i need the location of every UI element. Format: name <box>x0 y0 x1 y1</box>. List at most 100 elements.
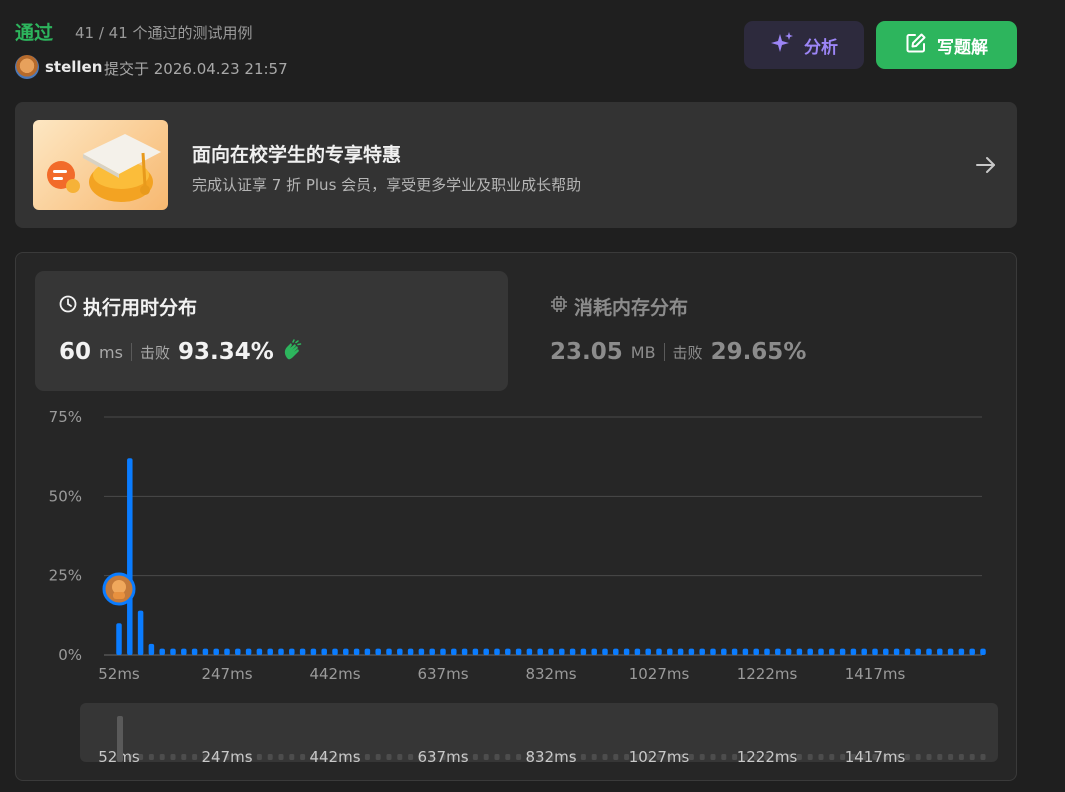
histogram-bar[interactable] <box>677 648 684 655</box>
histogram-bar[interactable] <box>515 648 522 655</box>
histogram-bar[interactable] <box>569 648 576 655</box>
histogram-bar[interactable] <box>483 648 489 655</box>
histogram-bar[interactable] <box>731 648 738 655</box>
overview-bar <box>181 754 187 760</box>
overview-x-tick-label: 1027ms <box>629 748 690 766</box>
histogram-bar[interactable] <box>127 458 133 655</box>
histogram-bar[interactable] <box>559 648 565 655</box>
histogram-bar[interactable] <box>505 648 511 655</box>
histogram-bar[interactable] <box>537 648 543 655</box>
histogram-bar[interactable] <box>969 648 975 655</box>
histogram-bar[interactable] <box>710 648 716 655</box>
histogram-bar[interactable] <box>937 648 943 655</box>
histogram-bar[interactable] <box>289 648 295 655</box>
histogram-bar[interactable] <box>148 643 155 655</box>
histogram-bar[interactable] <box>893 648 900 655</box>
histogram-bar[interactable] <box>343 648 349 655</box>
histogram-bar[interactable] <box>602 648 608 655</box>
histogram-bar[interactable] <box>688 648 695 655</box>
histogram-bar[interactable] <box>623 648 630 655</box>
histogram-bar[interactable] <box>656 648 662 655</box>
histogram-bar[interactable] <box>256 648 263 655</box>
histogram-bar[interactable] <box>213 648 219 655</box>
histogram-bar[interactable] <box>818 648 824 655</box>
histogram-bar[interactable] <box>883 648 889 655</box>
histogram-bar[interactable] <box>872 648 878 655</box>
histogram-bar[interactable] <box>245 648 252 655</box>
histogram-bar[interactable] <box>181 648 187 655</box>
histogram-bar[interactable] <box>926 648 932 655</box>
histogram-bar[interactable] <box>267 648 273 655</box>
histogram-bar[interactable] <box>775 648 781 655</box>
overview-bar <box>699 754 705 760</box>
overview-bar <box>364 754 370 760</box>
histogram-bar[interactable] <box>429 648 435 655</box>
y-tick-label: 0% <box>58 646 82 664</box>
overview-bar <box>397 754 403 760</box>
histogram-bar[interactable] <box>645 648 651 655</box>
histogram-bar[interactable] <box>461 648 468 655</box>
histogram-bar[interactable] <box>634 648 641 655</box>
histogram-bar[interactable] <box>699 648 705 655</box>
histogram-bar[interactable] <box>915 648 921 655</box>
histogram-bar[interactable] <box>591 648 597 655</box>
histogram-bar[interactable] <box>418 648 425 655</box>
histogram-bar[interactable] <box>796 648 803 655</box>
histogram-bar[interactable] <box>980 648 986 655</box>
histogram-bar[interactable] <box>785 648 792 655</box>
histogram-bar[interactable] <box>310 648 317 655</box>
overview-bar <box>926 754 932 760</box>
overview-bar <box>602 754 608 760</box>
histogram-bar[interactable] <box>829 648 835 655</box>
histogram-bar[interactable] <box>947 648 954 655</box>
histogram-bar[interactable] <box>170 648 176 655</box>
histogram-bar[interactable] <box>332 648 338 655</box>
x-tick-label: 1417ms <box>845 665 906 683</box>
histogram-bar[interactable] <box>397 648 403 655</box>
histogram-bar[interactable] <box>159 648 165 655</box>
histogram-bar[interactable] <box>839 648 846 655</box>
histogram-bar[interactable] <box>742 648 749 655</box>
histogram-bar[interactable] <box>202 648 209 655</box>
overview-bar <box>591 754 597 760</box>
overview-bar <box>408 754 414 760</box>
histogram-bar[interactable] <box>364 648 371 655</box>
histogram-bar[interactable] <box>440 648 446 655</box>
histogram-bar[interactable] <box>613 648 619 655</box>
histogram-bar[interactable] <box>764 648 770 655</box>
histogram-bar[interactable] <box>375 648 381 655</box>
histogram-bar[interactable] <box>861 648 867 655</box>
range-slider-handle[interactable] <box>117 716 123 762</box>
histogram-bar[interactable] <box>807 648 813 655</box>
histogram-bar[interactable] <box>753 648 759 655</box>
overview-bar <box>980 754 986 760</box>
histogram-bar[interactable] <box>116 623 122 655</box>
overview-x-tick-label: 832ms <box>525 748 576 766</box>
histogram-bar[interactable] <box>850 648 857 655</box>
histogram-bar[interactable] <box>548 648 554 655</box>
x-tick-label: 442ms <box>309 665 360 683</box>
y-tick-label: 75% <box>49 408 82 426</box>
histogram-bar[interactable] <box>407 648 414 655</box>
histogram-bar[interactable] <box>958 648 965 655</box>
histogram-bar[interactable] <box>235 648 241 655</box>
histogram-bar[interactable] <box>721 648 727 655</box>
histogram-bar[interactable] <box>278 648 284 655</box>
histogram-bar[interactable] <box>667 648 673 655</box>
histogram-bar[interactable] <box>353 648 360 655</box>
user-position-marker[interactable] <box>102 572 136 606</box>
histogram-bar[interactable] <box>526 648 533 655</box>
histogram-bar[interactable] <box>299 648 306 655</box>
histogram-bar[interactable] <box>451 648 457 655</box>
histogram-bar[interactable] <box>137 610 144 655</box>
histogram-bar[interactable] <box>580 648 587 655</box>
histogram-bar[interactable] <box>321 648 327 655</box>
histogram-bar[interactable] <box>904 648 911 655</box>
histogram-bar[interactable] <box>224 648 230 655</box>
histogram-bar[interactable] <box>191 648 198 655</box>
overview-bar <box>969 754 975 760</box>
overview-bar <box>796 754 802 760</box>
histogram-bar[interactable] <box>472 648 479 655</box>
histogram-bar[interactable] <box>386 648 392 655</box>
histogram-bar[interactable] <box>494 648 500 655</box>
